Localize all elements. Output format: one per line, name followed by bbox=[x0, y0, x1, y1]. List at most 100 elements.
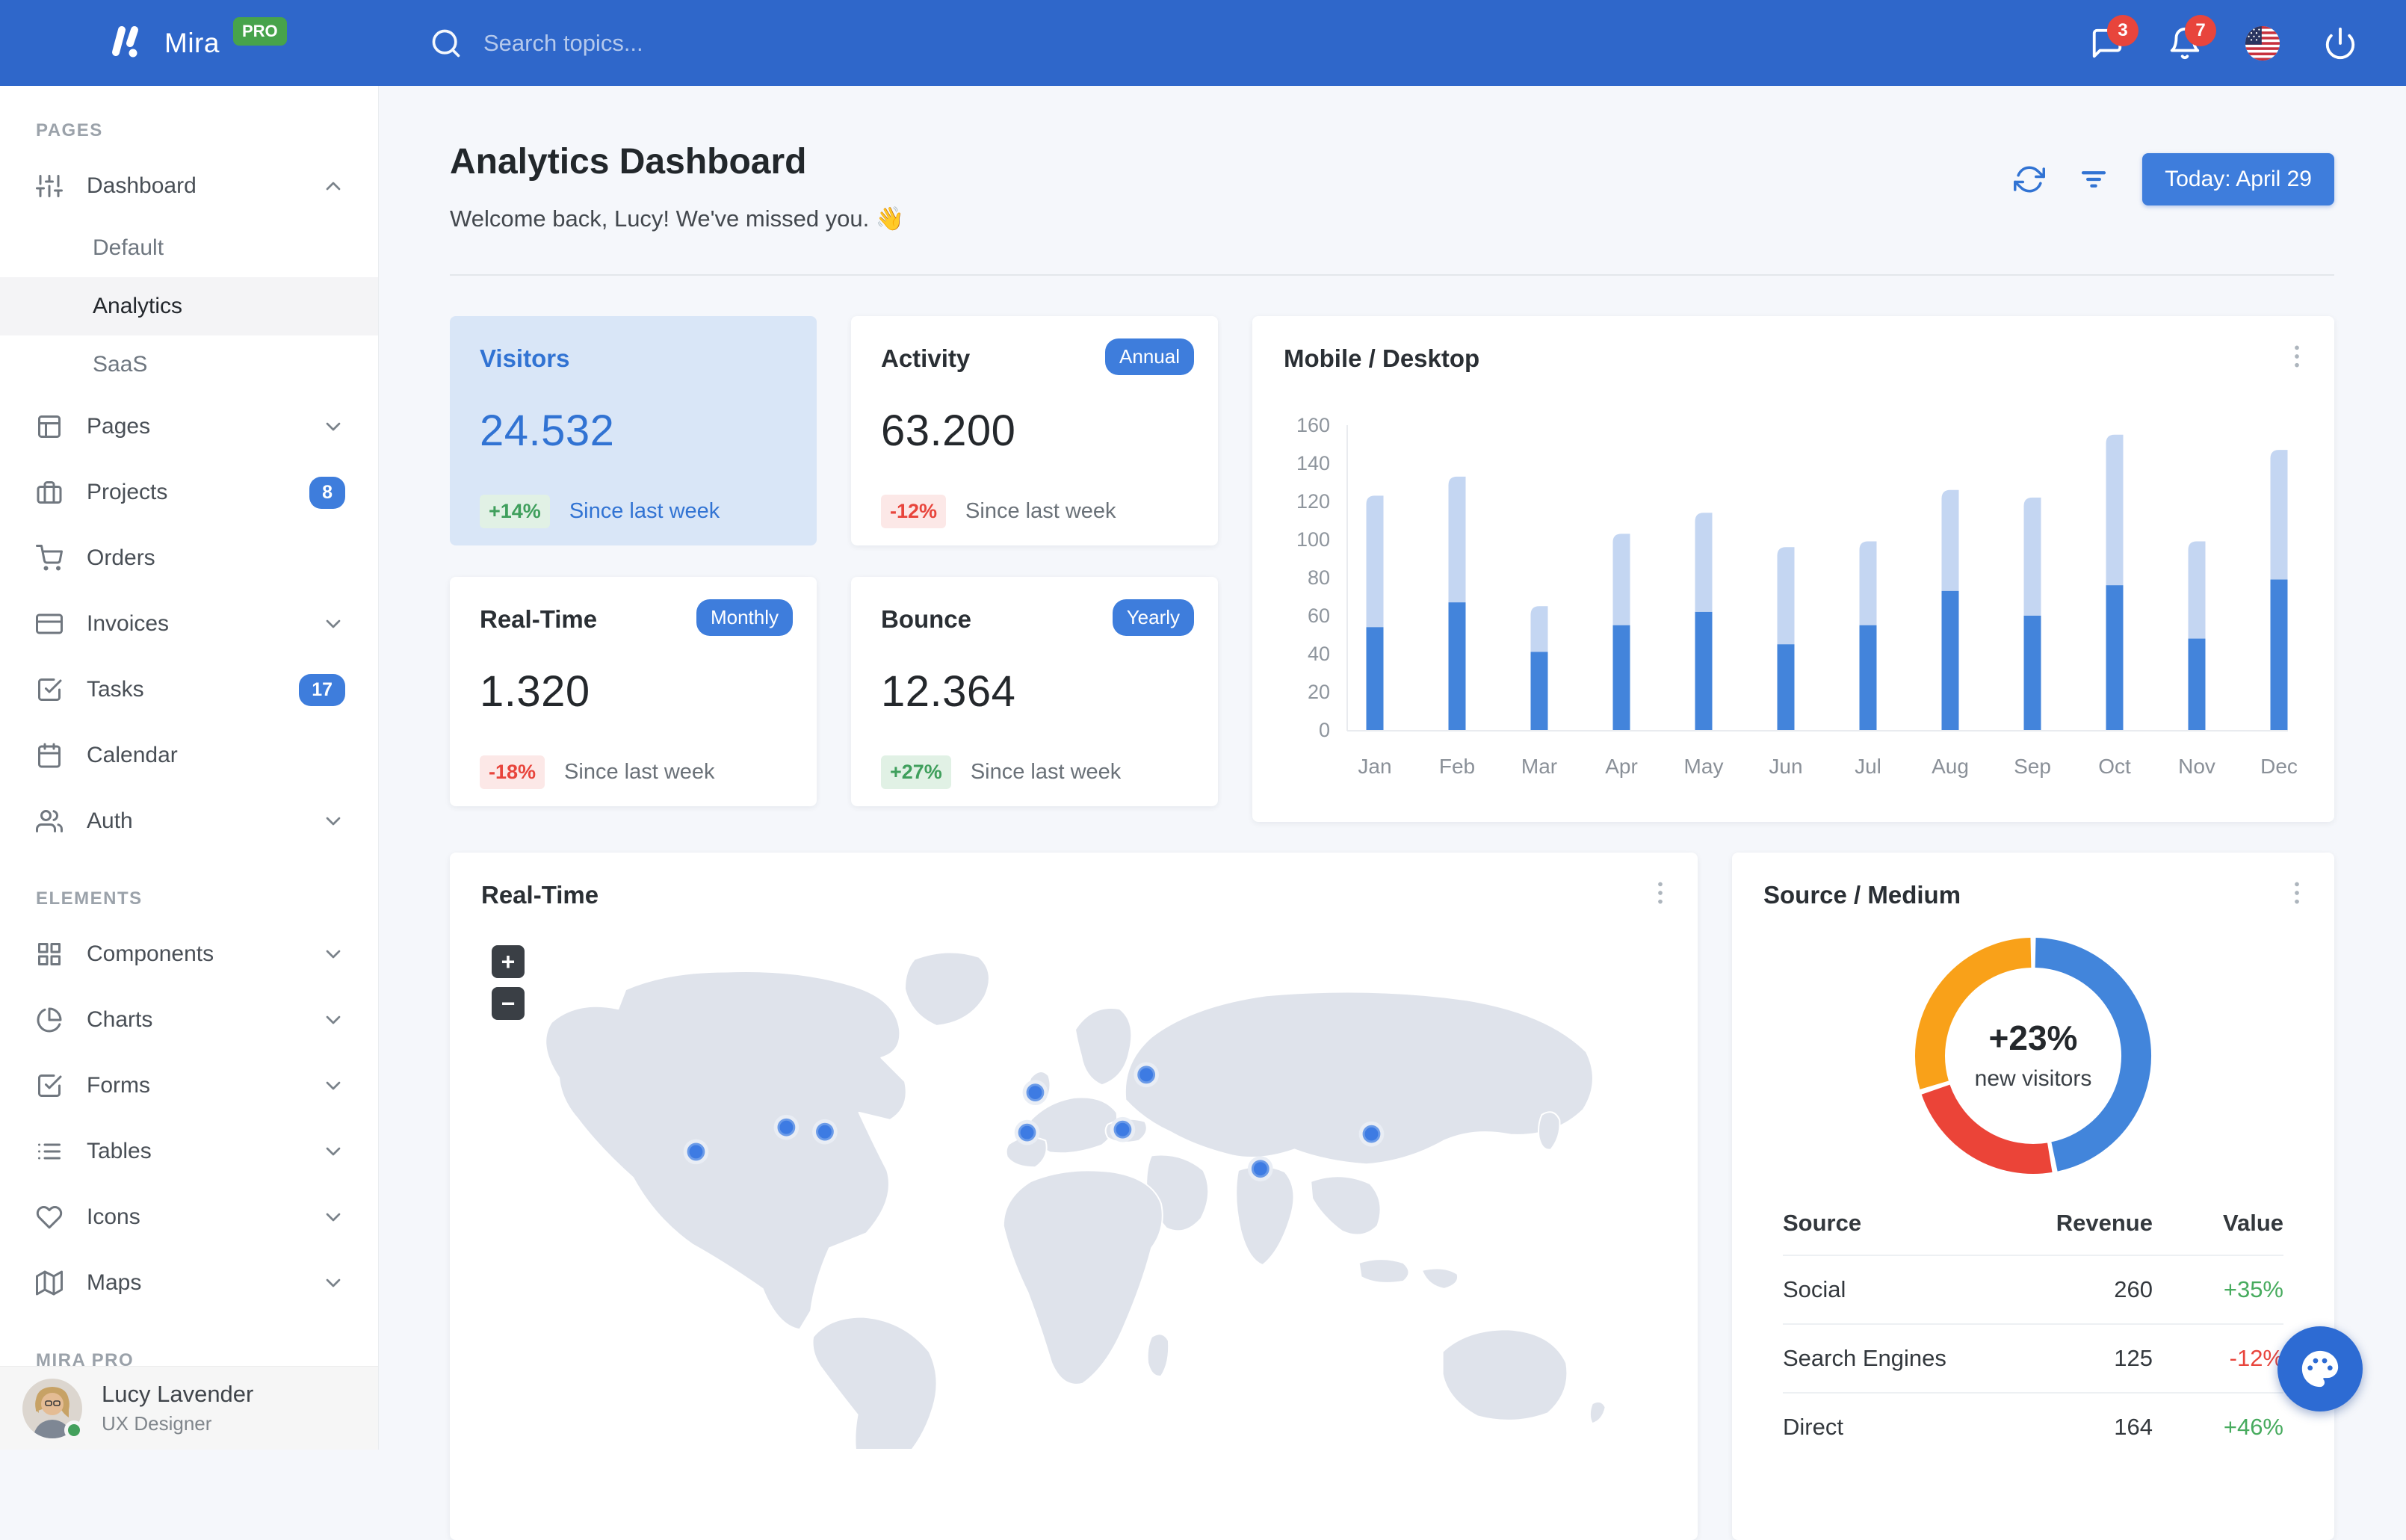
chevron-down-icon bbox=[321, 1139, 345, 1163]
map-marker[interactable] bbox=[1022, 1080, 1048, 1105]
map-marker[interactable] bbox=[812, 1119, 838, 1145]
users-icon bbox=[36, 808, 63, 835]
search-input[interactable] bbox=[483, 29, 797, 57]
map-marker[interactable] bbox=[1110, 1116, 1136, 1142]
navbar-search bbox=[430, 27, 797, 60]
sidebar-item-label: Maps bbox=[87, 1270, 142, 1295]
map-marker[interactable] bbox=[1247, 1156, 1273, 1182]
stat-note: Since last week bbox=[569, 499, 720, 523]
chevron-down-icon bbox=[321, 1008, 345, 1032]
messages-count-badge: 3 bbox=[2107, 14, 2139, 46]
more-vertical-icon[interactable] bbox=[1645, 878, 1675, 908]
welcome-message: Welcome back, Lucy! We've missed you. 👋 bbox=[450, 205, 905, 232]
col-value: Value bbox=[2223, 1210, 2283, 1236]
stat-card-real-time: Real-Time Monthly 1.320 -18% Since last … bbox=[450, 577, 817, 806]
sidebar-item-tasks[interactable]: Tasks 17 bbox=[0, 657, 378, 723]
main-content: Analytics Dashboard Welcome back, Lucy! … bbox=[379, 86, 2406, 1540]
svg-text:Dec: Dec bbox=[2260, 755, 2298, 778]
sidebar-item-invoices[interactable]: Invoices bbox=[0, 591, 378, 657]
more-vertical-icon[interactable] bbox=[2282, 341, 2312, 371]
power-icon bbox=[2323, 26, 2357, 61]
source-cell: Social bbox=[1783, 1276, 1846, 1302]
palette-icon bbox=[2298, 1347, 2342, 1391]
map-marker[interactable] bbox=[773, 1114, 800, 1140]
stat-note: Since last week bbox=[564, 760, 715, 784]
sidebar-subitem-analytics[interactable]: Analytics bbox=[0, 277, 378, 335]
sidebar-subitem-default[interactable]: Default bbox=[0, 219, 378, 277]
map-marker[interactable] bbox=[1014, 1119, 1040, 1145]
stat-delta-badge: -12% bbox=[881, 495, 947, 528]
sidebar-item-auth[interactable]: Auth bbox=[0, 788, 378, 854]
stat-period-badge[interactable]: Yearly bbox=[1112, 599, 1194, 636]
map-marker[interactable] bbox=[1358, 1121, 1385, 1147]
source-table-header: Source Revenue Value bbox=[1783, 1210, 2283, 1255]
sidebar-nav: PAGES Dashboard Default Analytics SaaS Page… bbox=[0, 86, 378, 1383]
search-icon bbox=[430, 27, 463, 60]
sidebar-item-label: Components bbox=[87, 941, 214, 966]
logout-button[interactable] bbox=[2322, 25, 2358, 61]
chevron-down-icon bbox=[321, 942, 345, 966]
online-status-dot bbox=[64, 1420, 84, 1440]
donut-center-label: new visitors bbox=[1975, 1066, 2092, 1091]
sidebar-item-label: Projects bbox=[87, 480, 168, 504]
stat-value: 1.320 bbox=[480, 667, 590, 716]
shopping-cart-icon bbox=[36, 545, 63, 572]
sidebar-subitem-saas[interactable]: SaaS bbox=[0, 335, 378, 394]
sidebar-item-tables[interactable]: Tables bbox=[0, 1119, 378, 1184]
sidebar-item-pages[interactable]: Pages bbox=[0, 394, 378, 460]
calendar-icon bbox=[36, 742, 63, 769]
filter-icon[interactable] bbox=[2078, 164, 2109, 195]
notifications-button[interactable]: 7 bbox=[2167, 14, 2216, 61]
top-navbar: Mira PRO 3 7 bbox=[0, 0, 2406, 86]
refresh-icon[interactable] bbox=[2014, 164, 2046, 195]
sidebar-item-orders[interactable]: Orders bbox=[0, 525, 378, 591]
sidebar-user[interactable]: Lucy Lavender UX Designer bbox=[0, 1366, 378, 1450]
sidebar-item-label: Charts bbox=[87, 1007, 153, 1032]
map-zoom-out-button[interactable]: − bbox=[492, 987, 525, 1020]
map-marker[interactable] bbox=[683, 1139, 709, 1165]
credit-card-icon bbox=[36, 610, 63, 637]
stat-delta-badge: +14% bbox=[480, 495, 550, 528]
notifications-count-badge: 7 bbox=[2185, 14, 2216, 46]
donut-chart: +23% new visitors bbox=[1914, 936, 2153, 1175]
date-button[interactable]: Today: April 29 bbox=[2142, 153, 2334, 205]
chevron-down-icon bbox=[321, 1271, 345, 1295]
chevron-up-icon bbox=[321, 174, 345, 198]
world-map-svg[interactable] bbox=[481, 926, 1666, 1449]
map-marker[interactable] bbox=[1134, 1062, 1159, 1088]
sidebar-item-charts[interactable]: Charts bbox=[0, 987, 378, 1053]
sidebar-item-label: Tables bbox=[87, 1139, 152, 1163]
sidebar-item-projects[interactable]: Projects 8 bbox=[0, 460, 378, 525]
map-icon bbox=[36, 1270, 63, 1296]
map-zoom-in-button[interactable]: + bbox=[492, 945, 525, 978]
sidebar-section-label: PAGES bbox=[36, 120, 103, 140]
svg-text:20: 20 bbox=[1308, 681, 1330, 703]
check-square-icon bbox=[36, 1072, 63, 1099]
sidebar-item-maps[interactable]: Maps bbox=[0, 1250, 378, 1316]
svg-text:40: 40 bbox=[1308, 643, 1330, 665]
sidebar-item-components[interactable]: Components bbox=[0, 921, 378, 987]
sidebar-item-icons[interactable]: Icons bbox=[0, 1184, 378, 1250]
language-flag-button[interactable] bbox=[2245, 25, 2280, 61]
sidebar-section-label: ELEMENTS bbox=[36, 888, 143, 909]
messages-button[interactable]: 3 bbox=[2089, 14, 2139, 61]
stat-period-badge[interactable]: Monthly bbox=[696, 599, 793, 636]
stat-period-badge[interactable]: Annual bbox=[1105, 338, 1194, 375]
brand[interactable]: Mira PRO bbox=[0, 16, 379, 63]
svg-text:80: 80 bbox=[1308, 566, 1330, 589]
theme-settings-fab[interactable] bbox=[2277, 1326, 2363, 1411]
navbar-actions: 3 7 bbox=[2089, 14, 2406, 61]
svg-text:140: 140 bbox=[1296, 452, 1330, 474]
sidebar-item-dashboard[interactable]: Dashboard bbox=[0, 153, 378, 219]
layout-icon bbox=[36, 413, 63, 440]
svg-text:160: 160 bbox=[1296, 416, 1330, 436]
stat-title: Visitors bbox=[480, 344, 570, 372]
source-cell: Direct bbox=[1783, 1414, 1843, 1440]
source-cell: Search Engines bbox=[1783, 1345, 1946, 1371]
col-source: Source bbox=[1783, 1210, 1862, 1236]
sidebar-count-badge: 17 bbox=[299, 673, 345, 706]
more-vertical-icon[interactable] bbox=[2282, 878, 2312, 908]
sidebar-item-calendar[interactable]: Calendar bbox=[0, 723, 378, 788]
svg-text:Oct: Oct bbox=[2098, 755, 2131, 778]
sidebar-item-forms[interactable]: Forms bbox=[0, 1053, 378, 1119]
